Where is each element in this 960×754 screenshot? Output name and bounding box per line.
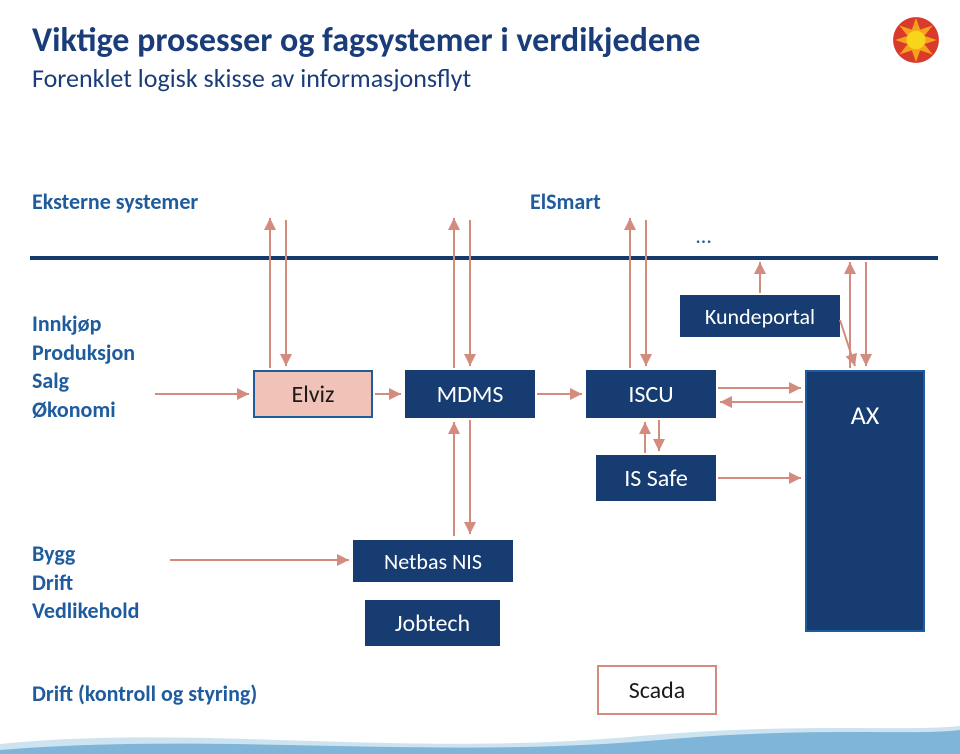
footer-wave bbox=[0, 720, 960, 754]
mdms-box: MDMS bbox=[405, 370, 535, 418]
left-group-1-line: Produksjon bbox=[32, 339, 135, 368]
left-group-2-line: Bygg bbox=[32, 540, 139, 569]
elsmart-label: ElSmart bbox=[530, 188, 601, 215]
left-group-2-line: Drift bbox=[32, 569, 139, 598]
left-group-1-line: Innkjøp bbox=[32, 310, 135, 339]
left-group-2-line: Vedlikehold bbox=[32, 597, 139, 626]
external-systems-label: Eksterne systemer bbox=[32, 188, 198, 215]
slide-title: Viktige prosesser og fagsystemer i verdi… bbox=[32, 20, 700, 61]
ax-box-label: AX bbox=[851, 399, 880, 431]
netbas-box: Netbas NIS bbox=[353, 540, 513, 582]
ax-box: AX bbox=[805, 370, 925, 632]
is-safe-box: IS Safe bbox=[596, 455, 716, 501]
left-group-1-line: Økonomi bbox=[32, 396, 135, 425]
left-group-3: Drift (kontroll og styring) bbox=[32, 680, 257, 707]
slide-subtitle: Forenklet logisk skisse av informasjonsf… bbox=[32, 62, 471, 94]
left-group-1-line: Salg bbox=[32, 367, 135, 396]
iscu-box: ISCU bbox=[586, 370, 716, 418]
left-group-2: Bygg Drift Vedlikehold bbox=[32, 540, 139, 626]
kundeportal-box: Kundeportal bbox=[680, 295, 840, 337]
left-group-1: Innkjøp Produksjon Salg Økonomi bbox=[32, 310, 135, 424]
elviz-box: Elviz bbox=[253, 370, 373, 418]
horizontal-divider bbox=[30, 256, 938, 260]
jobtech-box: Jobtech bbox=[365, 600, 500, 646]
company-logo bbox=[890, 14, 942, 66]
ellipsis-label: … bbox=[696, 222, 711, 249]
scada-box: Scada bbox=[597, 665, 717, 715]
